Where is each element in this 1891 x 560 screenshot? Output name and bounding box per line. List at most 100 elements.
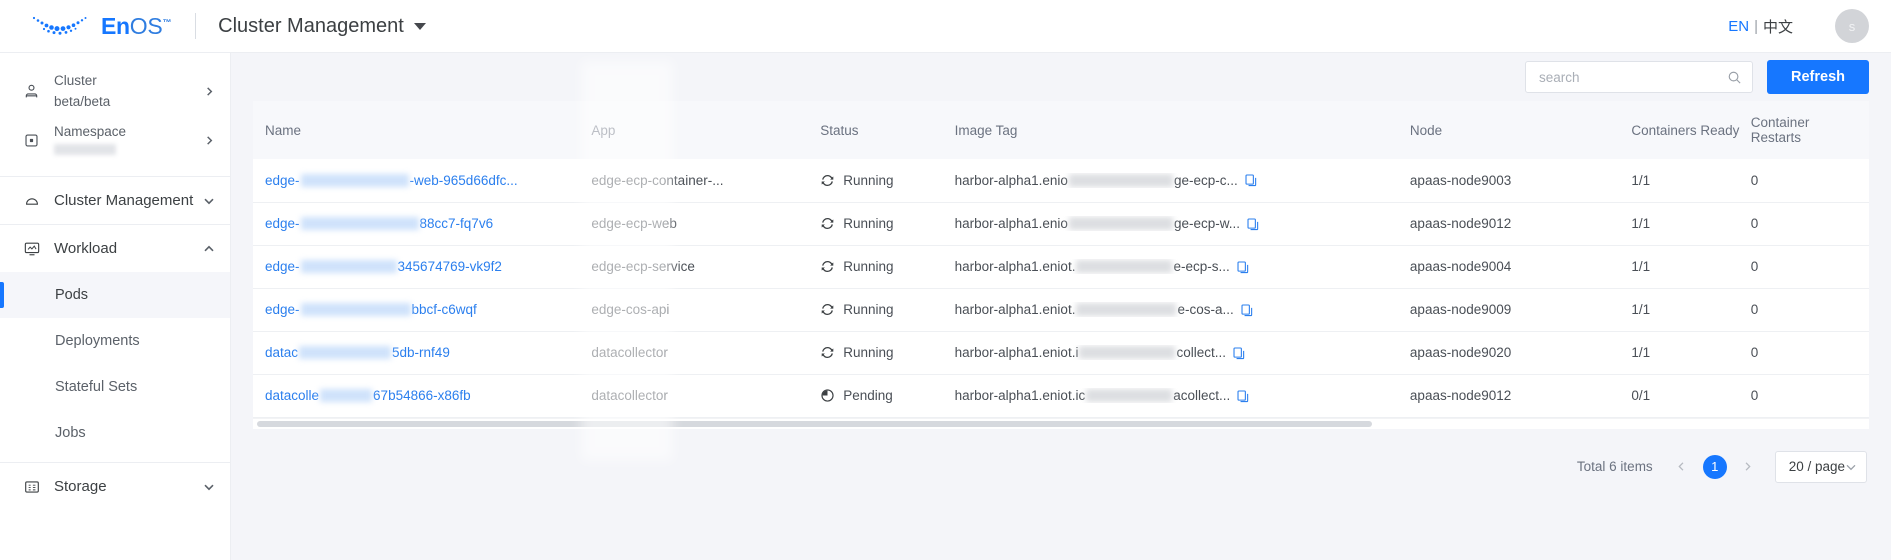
toolbar: Refresh <box>231 53 1891 101</box>
cell-status: Running <box>820 331 955 375</box>
cell-containers-ready: 1/1 <box>1631 288 1751 332</box>
column-header-status[interactable]: Status <box>820 101 955 159</box>
table-row[interactable]: edge- -web-965d66dfc... edge-ecp-containe… <box>253 159 1869 203</box>
page-number-1[interactable]: 1 <box>1702 454 1727 479</box>
sidebar-label-stateful-sets: Stateful Sets <box>55 379 138 395</box>
cell-image-tag: harbor-alpha1.eniot. e-cos-a... <box>954 288 1410 332</box>
cell-name: edge- 345674769-vk9f2 <box>253 245 592 289</box>
image-tag-suffix: collect... <box>1176 345 1226 360</box>
horizontal-scrollbar[interactable] <box>253 417 1869 429</box>
sidebar-item-jobs[interactable]: Jobs <box>0 410 230 456</box>
column-header-containers-ready[interactable]: Containers Ready <box>1631 101 1751 159</box>
status-label: Running <box>843 259 894 274</box>
sidebar-label-pods: Pods <box>55 287 89 303</box>
search-input[interactable] <box>1539 69 1727 85</box>
pod-name-suffix: bbcf-c6wqf <box>411 302 477 317</box>
avatar[interactable]: s <box>1835 9 1869 43</box>
table-row[interactable]: datacolle 67b54866-x86fb datacollector Pe… <box>253 374 1869 418</box>
copy-icon[interactable] <box>1240 303 1254 317</box>
cell-node: apaas-node9004 <box>1409 245 1632 289</box>
pod-name-link[interactable]: datac 5db-rnf49 <box>265 345 450 360</box>
clock-icon <box>820 388 835 403</box>
copy-icon[interactable] <box>1246 217 1260 231</box>
cell-app: edge-ecp-container-... <box>591 159 821 203</box>
image-tag-prefix: harbor-alpha1.enio <box>954 216 1068 231</box>
pod-name-link[interactable]: edge-bbcf-c6wqf <box>265 302 477 317</box>
cell-status: Running <box>820 288 955 332</box>
column-header-container-restarts[interactable]: Container Restarts <box>1750 101 1869 159</box>
status-badge: Running <box>820 216 946 231</box>
cell-app: edge-ecp-web <box>591 202 821 246</box>
cell-node: apaas-node9020 <box>1409 331 1632 375</box>
column-header-app[interactable]: App <box>591 101 821 159</box>
storage-icon <box>22 478 41 496</box>
search-icon[interactable] <box>1727 70 1742 85</box>
column-header-node[interactable]: Node <box>1409 101 1632 159</box>
pod-name-link[interactable]: datacolle 67b54866-x86fb <box>265 388 471 403</box>
table-row[interactable]: edge- 88cc7-fq7v6 edge-ecp-web Running ha… <box>253 202 1869 246</box>
sidebar-item-workload[interactable]: Workload <box>0 225 230 272</box>
image-tag-text: harbor-alpha1.eniot. e-ecp-s... <box>955 259 1230 274</box>
sidebar-item-stateful-sets[interactable]: Stateful Sets <box>0 364 230 410</box>
sidebar-item-storage[interactable]: Storage <box>0 463 230 510</box>
image-tag-prefix: harbor-alpha1.eniot. <box>954 259 1076 274</box>
status-label: Running <box>843 216 894 231</box>
next-page-button[interactable] <box>1737 456 1759 478</box>
lang-en-button[interactable]: EN <box>1728 18 1749 35</box>
table-row[interactable]: edge-bbcf-c6wqf edge-cos-api Running har… <box>253 288 1869 332</box>
table-row[interactable]: datac 5db-rnf49 datacollector Running har… <box>253 331 1869 375</box>
pod-name-prefix: edge- <box>265 302 300 317</box>
cell-containers-ready: 0/1 <box>1631 374 1751 418</box>
cell-image-tag: harbor-alpha1.eniot.ic acollect... <box>954 374 1410 418</box>
app-root: EnOS™ Cluster Management EN | 中文 s Clust… <box>0 0 1891 560</box>
sidebar-item-pods[interactable]: Pods <box>0 272 230 318</box>
sidebar-cluster-value: beta/beta <box>54 94 111 109</box>
page-title-dropdown[interactable]: Cluster Management <box>218 15 426 38</box>
image-tag-text: harbor-alpha1.enio ge-ecp-w... <box>955 216 1240 231</box>
copy-icon[interactable] <box>1236 389 1250 403</box>
prev-page-button[interactable] <box>1671 456 1693 478</box>
sidebar-item-deployments[interactable]: Deployments <box>0 318 230 364</box>
cell-image-tag: harbor-alpha1.enio ge-ecp-w... <box>954 202 1410 246</box>
cell-status: Pending <box>820 374 955 418</box>
copy-icon[interactable] <box>1232 346 1246 360</box>
pod-name-link[interactable]: edge- -web-965d66dfc... <box>265 173 518 188</box>
pod-name-link[interactable]: edge- 88cc7-fq7v6 <box>265 216 493 231</box>
image-tag-redaction <box>1068 217 1173 230</box>
avatar-initial: s <box>1848 18 1856 34</box>
lang-zh-button[interactable]: 中文 <box>1763 16 1793 37</box>
sidebar-label-workload: Workload <box>54 240 118 257</box>
image-tag-suffix: ge-ecp-c... <box>1173 172 1238 188</box>
chevron-down-icon <box>202 195 216 207</box>
sidebar-namespace-texts: Namespace <box>41 121 202 160</box>
copy-icon[interactable] <box>1236 260 1250 274</box>
chevron-down-icon <box>413 22 426 30</box>
brand-en: EnOS™ <box>101 12 172 39</box>
status-badge: Running <box>820 259 946 274</box>
sidebar-cluster-selector[interactable]: Cluster beta/beta <box>0 66 230 117</box>
refresh-button[interactable]: Refresh <box>1767 60 1869 94</box>
table-row[interactable]: edge- 345674769-vk9f2 edge-ecp-service Ru… <box>253 245 1869 289</box>
image-tag-cell: harbor-alpha1.eniot.ic acollect... <box>955 388 1402 403</box>
pod-name-link[interactable]: edge- 345674769-vk9f2 <box>265 259 502 274</box>
pod-name-suffix: 5db-rnf49 <box>392 345 450 360</box>
copy-icon[interactable] <box>1244 173 1258 187</box>
chevron-down-icon <box>202 481 216 493</box>
status-label: Running <box>843 345 894 360</box>
namespace-icon <box>22 132 41 149</box>
column-header-name[interactable]: Name <box>253 101 592 159</box>
sidebar: Cluster beta/beta Namespace Cluster Mana… <box>0 53 231 560</box>
cell-container-restarts: 0 <box>1750 245 1869 289</box>
pods-table: Name App Status Image Tag Node Container… <box>253 101 1869 418</box>
page-size-select[interactable]: 20 / page <box>1774 450 1867 483</box>
header-divider <box>195 13 197 39</box>
brand-wordmark: EnOS™ <box>101 12 172 39</box>
brand-logo[interactable]: EnOS™ <box>30 13 171 39</box>
sidebar-item-cluster-management[interactable]: Cluster Management <box>0 177 230 224</box>
search-box[interactable] <box>1525 61 1753 93</box>
cloud-icon <box>22 192 41 210</box>
column-header-image-tag[interactable]: Image Tag <box>954 101 1410 159</box>
scrollbar-thumb[interactable] <box>257 420 1373 427</box>
cell-containers-ready: 1/1 <box>1631 202 1751 246</box>
sidebar-namespace-selector[interactable]: Namespace <box>0 117 230 164</box>
